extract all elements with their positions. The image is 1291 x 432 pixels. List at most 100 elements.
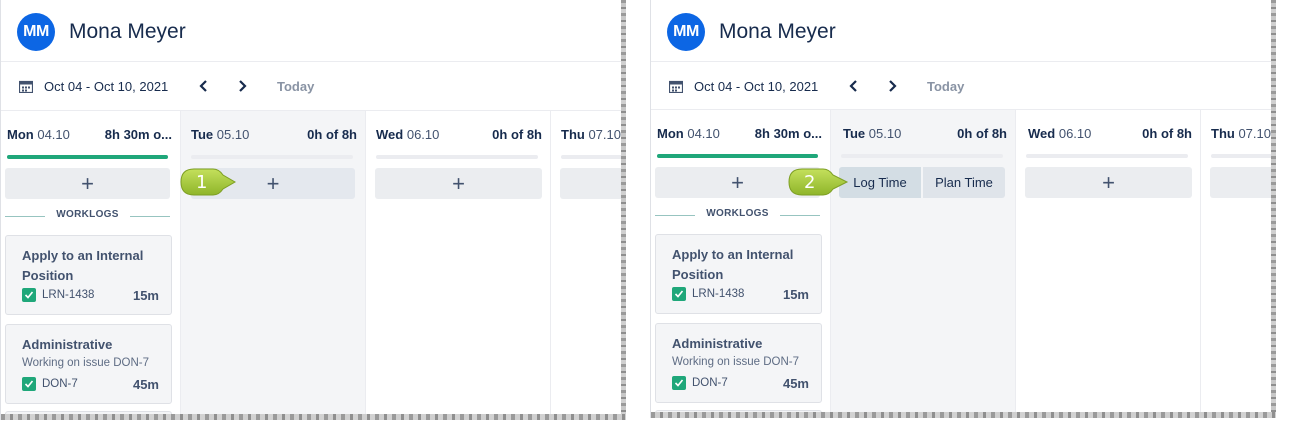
- week-grid: Mon 04.10 8h 30m o... + WORKLOGS Apply t…: [651, 109, 1276, 418]
- worklog-card[interactable]: Administrative Working on issue DON-7 DO…: [655, 323, 822, 403]
- calendar-icon[interactable]: [19, 80, 33, 93]
- day-date: 07.10: [588, 127, 621, 142]
- step-number: 1: [196, 172, 208, 193]
- worklog-title: Administrative: [672, 336, 763, 351]
- day-date: 06.10: [406, 127, 440, 142]
- day-hours: 0h of 8h: [307, 127, 357, 142]
- today-button[interactable]: Today: [277, 79, 314, 94]
- day-name: Tue: [191, 127, 214, 142]
- chevron-right-icon[interactable]: [883, 77, 901, 95]
- screenshot-panel-step-2: MM Mona Meyer Oct 04 - Oct 10, 2021 Toda…: [650, 0, 1276, 418]
- issue-key[interactable]: DON-7: [692, 377, 728, 389]
- worklog-duration: 15m: [782, 287, 809, 302]
- day-column-wed: Wed 06.10 0h of 8h +: [366, 111, 551, 420]
- log-time-button[interactable]: Log Time: [839, 167, 921, 198]
- day-hours: 0h of 8h: [1142, 126, 1192, 141]
- day-name: Tue: [843, 126, 866, 141]
- day-name: Wed: [376, 127, 404, 142]
- add-worklog-button[interactable]: +: [375, 168, 542, 199]
- worklog-description: Working on issue DON-7: [672, 356, 799, 368]
- day-header: Tue 05.10 0h of 8h: [191, 127, 357, 145]
- torn-edge: [1271, 0, 1276, 418]
- day-header: Tue 05.10 0h of 8h: [843, 126, 1007, 144]
- worklog-card[interactable]: Administrative Working on issue DON-7 DO…: [5, 324, 172, 404]
- torn-edge: [621, 0, 626, 420]
- day-column-tue: Tue 05.10 0h of 8h Log Time Plan Time: [831, 110, 1016, 418]
- add-worklog-button[interactable]: [1210, 167, 1276, 198]
- add-worklog-button[interactable]: +: [5, 168, 170, 199]
- day-header: Wed 06.10 0h of 8h: [376, 127, 542, 145]
- day-progress-bar: [376, 155, 538, 159]
- torn-edge: [1, 414, 626, 420]
- chevron-right-icon[interactable]: [233, 77, 251, 95]
- checkbox-icon: [22, 377, 36, 391]
- day-name: Thu: [1211, 126, 1235, 141]
- worklogs-section-label: WORKLOGS: [5, 209, 170, 223]
- user-name: Mona Meyer: [719, 20, 836, 43]
- avatar[interactable]: MM: [667, 13, 705, 51]
- date-range[interactable]: Oct 04 - Oct 10, 2021: [44, 79, 168, 94]
- day-progress-bar: [561, 155, 626, 159]
- worklogs-section-label: WORKLOGS: [655, 208, 820, 222]
- add-worklog-button[interactable]: [560, 168, 626, 199]
- day-column-thu: Thu 07.10: [551, 111, 626, 420]
- today-button[interactable]: Today: [927, 79, 964, 94]
- checkbox-icon: [672, 376, 686, 390]
- day-column-mon: Mon 04.10 8h 30m o... + WORKLOGS Apply t…: [1, 111, 181, 420]
- step-callout-2: [788, 168, 849, 196]
- calendar-icon[interactable]: [669, 80, 683, 93]
- issue-key[interactable]: LRN-1438: [42, 289, 94, 301]
- worklog-duration: 45m: [782, 376, 809, 391]
- day-progress-bar: [191, 155, 353, 159]
- day-progress-bar: [657, 154, 818, 158]
- day-date: 04.10: [687, 126, 720, 141]
- worklog-card[interactable]: Apply to an Internal Position LRN-1438 1…: [5, 235, 172, 315]
- worklog-card[interactable]: Apply to an Internal Position LRN-1438 1…: [655, 234, 822, 314]
- plan-time-button[interactable]: Plan Time: [923, 167, 1005, 198]
- day-date: 06.10: [1058, 126, 1092, 141]
- checkbox-icon: [22, 288, 36, 302]
- chevron-left-icon[interactable]: [845, 77, 863, 95]
- avatar[interactable]: MM: [17, 13, 55, 51]
- day-progress-bar: [841, 154, 1003, 158]
- day-column-wed: Wed 06.10 0h of 8h +: [1016, 110, 1201, 418]
- date-range[interactable]: Oct 04 - Oct 10, 2021: [694, 79, 818, 94]
- day-progress-bar: [7, 155, 168, 159]
- worklog-duration: 45m: [132, 377, 159, 392]
- day-name: Mon: [7, 127, 34, 142]
- day-name: Wed: [1028, 126, 1056, 141]
- day-header: Wed 06.10 0h of 8h: [1028, 126, 1192, 144]
- worklog-title: Apply to an Internal Position: [672, 247, 794, 282]
- issue-key[interactable]: DON-7: [42, 378, 78, 390]
- user-name: Mona Meyer: [69, 20, 186, 43]
- day-column-thu: Thu 07.10: [1201, 110, 1276, 418]
- add-worklog-button[interactable]: +: [1025, 167, 1192, 198]
- plus-icon: +: [731, 169, 744, 195]
- day-name: Mon: [657, 126, 684, 141]
- plus-icon: +: [452, 170, 465, 196]
- day-progress-bar: [1026, 154, 1188, 158]
- worklog-title: Apply to an Internal Position: [22, 248, 144, 283]
- day-header: Thu 07.10: [561, 127, 626, 145]
- checkbox-icon: [672, 287, 686, 301]
- chevron-left-icon[interactable]: [195, 77, 213, 95]
- issue-key[interactable]: LRN-1438: [692, 288, 744, 300]
- week-grid: Mon 04.10 8h 30m o... + WORKLOGS Apply t…: [1, 110, 626, 420]
- step-number: 2: [804, 172, 816, 193]
- day-date: 05.10: [868, 126, 902, 141]
- torn-edge: [651, 412, 1276, 418]
- date-navigation: Oct 04 - Oct 10, 2021 Today: [651, 62, 1276, 110]
- user-header: MM Mona Meyer: [1, 0, 626, 62]
- day-header: Thu 07.10: [1211, 126, 1276, 144]
- day-header: Mon 04.10 8h 30m o...: [7, 127, 172, 145]
- day-date: 05.10: [216, 127, 250, 142]
- plus-icon: +: [81, 170, 94, 196]
- date-navigation: Oct 04 - Oct 10, 2021 Today: [1, 62, 626, 110]
- day-progress-bar: [1211, 154, 1276, 158]
- day-column-mon: Mon 04.10 8h 30m o... + WORKLOGS Apply t…: [651, 110, 831, 418]
- worklog-title: Administrative: [22, 337, 113, 352]
- worklog-description: Working on issue DON-7: [22, 357, 149, 369]
- day-date: 07.10: [1238, 126, 1271, 141]
- user-header: MM Mona Meyer: [651, 0, 1276, 62]
- day-hours: 8h 30m o...: [754, 126, 822, 141]
